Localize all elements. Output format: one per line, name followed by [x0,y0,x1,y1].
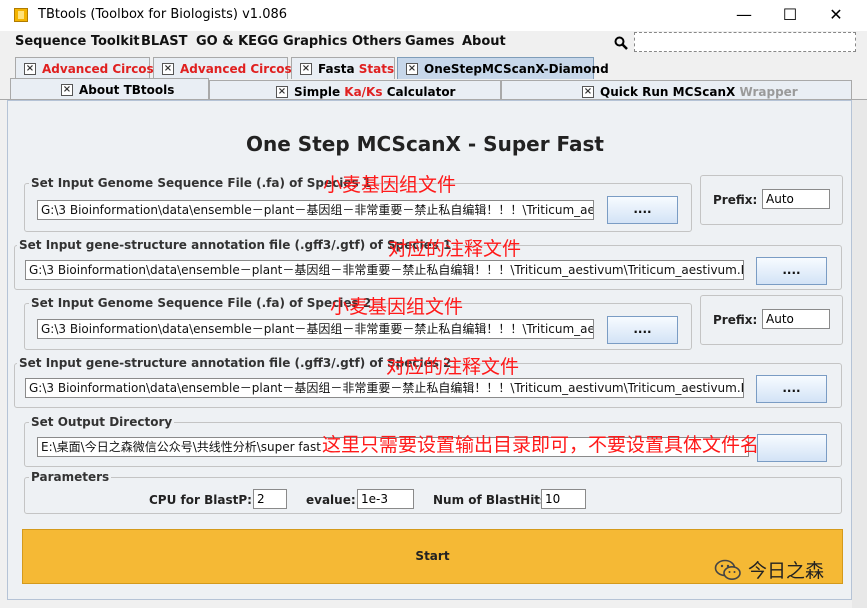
prefix1-input[interactable]: Auto [762,189,830,209]
blasthits-label: Num of BlastHits: [433,493,552,507]
menu-games[interactable]: Games [405,34,455,49]
tab-advanced-circos-2[interactable]: × Advanced Circos [153,57,292,79]
gff2-path-input[interactable]: G:\3 Bioinformation\data\ensemble－plant－… [25,378,744,398]
gff1-path-input[interactable]: G:\3 Bioinformation\data\ensemble－plant－… [25,260,744,280]
cpu-label: CPU for BlastP: [149,493,252,507]
close-tab-icon[interactable]: × [406,62,418,75]
menu-blast[interactable]: BLAST [141,34,187,49]
parameters-group: Parameters [24,470,842,514]
evalue-input[interactable]: 1e-3 [357,489,414,509]
minimize-button[interactable]: — [721,0,767,31]
app-logo-icon [14,8,28,22]
close-tab-icon[interactable]: × [582,85,594,98]
prefix1-label: Prefix: [713,193,758,207]
output-annotation: 这里只需要设置输出目录即可，不要设置具体文件名 [322,434,760,456]
cpu-input[interactable]: 2 [253,489,287,509]
menu-go-kegg[interactable]: GO & KEGG [196,34,278,49]
gff1-annotation: 对应的注释文件 [388,238,522,260]
genome1-path-input[interactable]: G:\3 Bioinformation\data\ensemble－plant－… [37,200,594,220]
watermark: 今日之森 [714,556,824,583]
genome1-browse-button[interactable]: .... [607,196,678,224]
evalue-label: evalue: [306,493,356,507]
blasthits-input[interactable]: 10 [541,489,586,509]
search-input[interactable] [634,32,856,52]
close-button[interactable]: ✕ [813,0,859,31]
close-tab-icon[interactable]: × [162,62,174,75]
tab-onestep-mcscanx-diamond[interactable]: × OneStepMCScanX-Diamond [397,57,609,79]
genome2-browse-button[interactable]: .... [607,316,678,344]
tab-fasta-stats[interactable]: × Fasta Stats [291,57,395,79]
prefix2-label: Prefix: [713,313,758,327]
close-tab-icon[interactable]: × [61,83,73,96]
search-icon[interactable] [614,36,628,50]
output-browse-button[interactable] [757,434,827,462]
prefix2-input[interactable]: Auto [762,309,830,329]
menu-sequence-toolkit[interactable]: Sequence Toolkit [15,34,140,49]
close-tab-icon[interactable]: × [276,85,288,98]
menu-graphics[interactable]: Graphics [283,34,347,49]
gff2-annotation: 对应的注释文件 [386,356,520,378]
genome2-annotation: 小麦基因组文件 [330,296,464,318]
background-window-edge [852,100,867,608]
window-title: TBtools (Toolbox for Biologists) v1.086 [38,7,288,22]
gff1-browse-button[interactable]: .... [756,257,827,285]
genome2-path-input[interactable]: G:\3 Bioinformation\data\ensemble－plant－… [37,319,594,339]
menu-about[interactable]: About [462,34,506,49]
watermark-text: 今日之森 [748,560,825,582]
genome1-annotation: 小麦基因组文件 [323,174,457,196]
tab-about-tbtools[interactable]: × About TBtools [10,78,209,100]
page-title: One Step MCScanX - Super Fast [246,132,604,156]
wechat-icon [714,559,741,580]
close-tab-icon[interactable]: × [24,62,36,75]
tab-advanced-circos-1[interactable]: × Advanced Circos [15,57,154,79]
gff2-browse-button[interactable]: .... [756,375,827,403]
menu-others[interactable]: Others [352,34,402,49]
maximize-button[interactable]: ☐ [767,0,813,31]
close-tab-icon[interactable]: × [300,62,312,75]
